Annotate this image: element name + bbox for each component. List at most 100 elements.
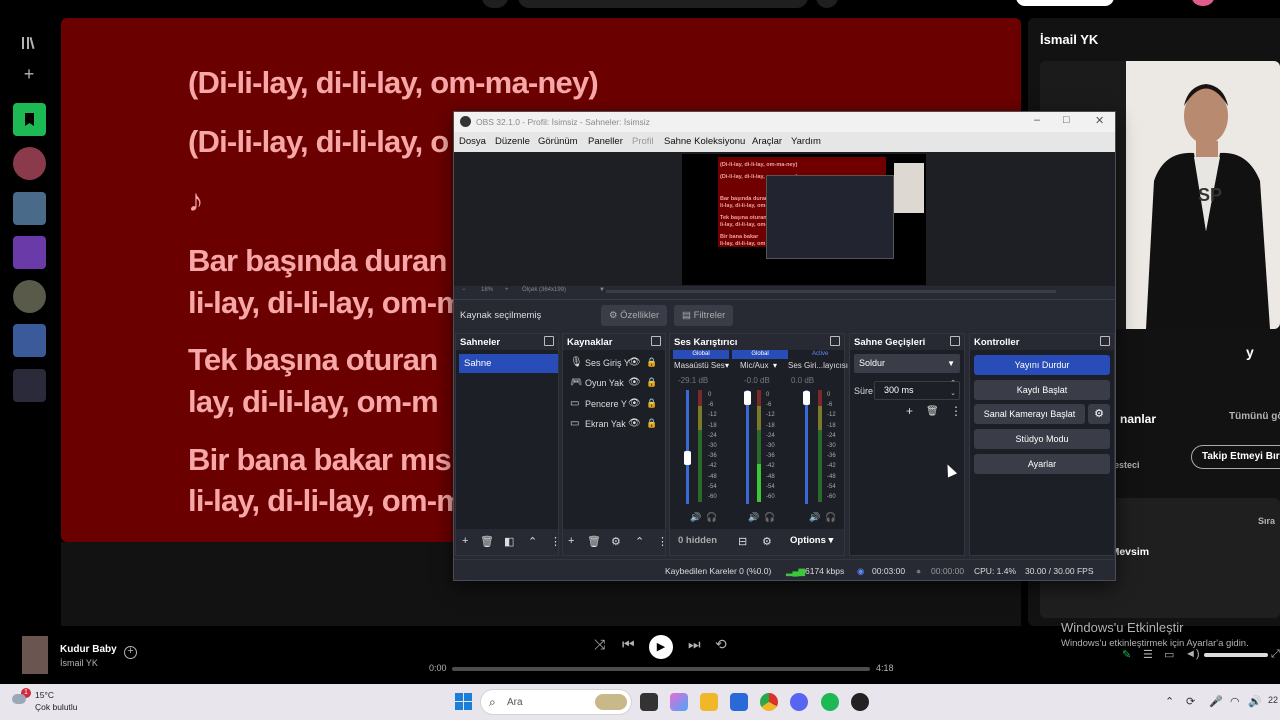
- source-item[interactable]: 🎙 Ses Giriş Y 👁 🔒: [566, 354, 666, 373]
- playlist-thumb[interactable]: [13, 324, 46, 357]
- previous-icon[interactable]: ⏮: [622, 636, 635, 653]
- lock-icon[interactable]: 🔒: [646, 357, 657, 368]
- track-artist[interactable]: İsmail YK: [60, 658, 98, 668]
- menu-docks[interactable]: Paneller: [588, 136, 623, 147]
- task-view-icon[interactable]: [640, 693, 658, 711]
- volume-icon[interactable]: ◄): [1185, 648, 1200, 660]
- scale-dropdown-icon[interactable]: ▼: [599, 287, 605, 293]
- fader-knob[interactable]: [803, 391, 810, 405]
- start-recording-button[interactable]: Kaydı Başlat: [974, 380, 1110, 400]
- visibility-icon[interactable]: 👁: [628, 357, 641, 368]
- add-to-library-icon[interactable]: +: [124, 646, 137, 659]
- move-up-icon[interactable]: ⌃: [635, 535, 644, 548]
- premium-button[interactable]: [1016, 0, 1114, 6]
- menu-tools[interactable]: Araçlar: [752, 136, 782, 147]
- gear-icon[interactable]: ⚙: [611, 535, 621, 548]
- file-explorer-icon[interactable]: [700, 693, 718, 711]
- spin-icon[interactable]: ⌃ ⌄: [950, 379, 956, 399]
- lock-icon[interactable]: 🔒: [646, 418, 657, 429]
- properties-button[interactable]: ⚙ Özellikler: [601, 305, 668, 326]
- menu-view[interactable]: Görünüm: [538, 136, 578, 147]
- menu-edit[interactable]: Düzenle: [495, 136, 530, 147]
- more-icon[interactable]: ⋮: [657, 535, 668, 548]
- lyric-line[interactable]: Tek başına oturan: [188, 340, 438, 380]
- lyric-line[interactable]: Bir bana bakar mısı: [188, 440, 460, 480]
- gear-icon[interactable]: ⚙: [1088, 404, 1110, 424]
- options-button[interactable]: Options ▾: [790, 535, 833, 546]
- lyrics-icon[interactable]: ✎: [1122, 648, 1131, 661]
- menu-file[interactable]: Dosya: [459, 136, 486, 147]
- filter-icon[interactable]: ◧: [504, 535, 514, 548]
- spotify-search-bar[interactable]: [518, 0, 808, 8]
- lyric-line[interactable]: (Di-li-lay, di-li-lay, om-ma-ney): [188, 63, 599, 103]
- home-button[interactable]: [482, 0, 508, 8]
- monitor-headphones-icon[interactable]: 🎧: [825, 512, 836, 523]
- undock-icon[interactable]: [1100, 336, 1110, 346]
- menu-help[interactable]: Yardım: [791, 136, 821, 147]
- source-item[interactable]: ▭ Ekran Yak 👁 🔒: [566, 415, 666, 434]
- visibility-icon[interactable]: 👁: [628, 398, 641, 409]
- maximize-icon[interactable]: □: [1063, 114, 1070, 126]
- library-icon[interactable]: [14, 28, 44, 58]
- fader-knob[interactable]: [684, 451, 691, 465]
- volume-fader[interactable]: [746, 390, 749, 504]
- progress-bar[interactable]: [452, 667, 870, 671]
- close-icon[interactable]: ✕: [1095, 114, 1104, 127]
- clock[interactable]: 22: [1268, 695, 1278, 705]
- add-icon[interactable]: +: [906, 404, 913, 418]
- copilot-icon[interactable]: [670, 693, 688, 711]
- trash-icon[interactable]: 🗑: [926, 406, 939, 417]
- speaker-icon[interactable]: 🔊: [690, 512, 701, 523]
- artist-thumb[interactable]: [13, 147, 46, 180]
- lock-icon[interactable]: 🔒: [646, 377, 657, 388]
- volume-slider[interactable]: [1204, 653, 1268, 657]
- trash-icon[interactable]: 🗑: [480, 535, 494, 548]
- play-button[interactable]: ▶: [649, 635, 673, 659]
- preview-canvas[interactable]: (Di-li-lay, di-li-lay, om-ma-ney) (Di-li…: [682, 154, 926, 285]
- minimize-icon[interactable]: –: [1034, 114, 1040, 126]
- fullscreen-icon[interactable]: ⤢: [1271, 648, 1280, 661]
- hidden-count[interactable]: 0 hidden: [678, 535, 717, 546]
- mic-icon[interactable]: 🎤: [1209, 695, 1223, 708]
- sync-icon[interactable]: ⟳: [1186, 695, 1195, 708]
- obs-icon[interactable]: [851, 693, 869, 711]
- lock-icon[interactable]: 🔒: [646, 398, 657, 409]
- move-up-icon[interactable]: ⌃: [528, 535, 537, 548]
- profile-avatar[interactable]: [1192, 0, 1214, 6]
- start-virtual-camera-button[interactable]: Sanal Kamerayı Başlat: [974, 404, 1085, 424]
- next-icon[interactable]: ⏭: [688, 636, 701, 653]
- preview-scrollbar[interactable]: [606, 290, 1056, 293]
- lyric-line[interactable]: Bar başında duran: [188, 241, 447, 281]
- source-item[interactable]: 🎮 Oyun Yak 👁 🔒: [566, 374, 666, 393]
- more-icon[interactable]: ⋮: [550, 535, 561, 548]
- menu-profile[interactable]: Profil: [632, 136, 654, 147]
- volume-fader[interactable]: [686, 390, 689, 504]
- zoom-out-icon[interactable]: −: [462, 287, 466, 293]
- discord-icon[interactable]: [790, 693, 808, 711]
- queue-icon[interactable]: ☰: [1143, 648, 1153, 661]
- unfollow-button[interactable]: Takip Etmeyi Bırak: [1191, 445, 1280, 469]
- weather-icon[interactable]: [12, 694, 26, 704]
- add-icon[interactable]: +: [462, 535, 468, 547]
- channel-menu-icon[interactable]: ▾: [725, 361, 729, 370]
- duration-input[interactable]: 300 ms ⌃ ⌄: [874, 379, 960, 400]
- monitor-headphones-icon[interactable]: 🎧: [764, 512, 775, 523]
- taskbar-search[interactable]: ⌕ Ara: [480, 689, 632, 715]
- lyric-line[interactable]: lay, di-li-lay, om-m: [188, 382, 439, 422]
- lyric-line[interactable]: (Di-li-lay, di-li-lay, o: [188, 122, 449, 162]
- trash-icon[interactable]: 🗑: [587, 535, 601, 548]
- settings-button[interactable]: Ayarlar: [974, 454, 1110, 474]
- weather-description[interactable]: Çok bulutlu: [35, 702, 78, 712]
- tray-expand-icon[interactable]: ⌃: [1165, 695, 1174, 708]
- monitor-headphones-icon[interactable]: 🎧: [706, 512, 717, 523]
- speaker-icon[interactable]: 🔊: [1248, 695, 1262, 708]
- repeat-icon[interactable]: ⟲: [715, 636, 727, 653]
- track-title[interactable]: Kudur Baby: [60, 644, 117, 655]
- obs-title-bar[interactable]: OBS 32.1.0 - Profil: İsimsiz - Sahneler:…: [454, 112, 1115, 132]
- visibility-icon[interactable]: 👁: [628, 418, 641, 429]
- advanced-audio-icon[interactable]: ⚙: [762, 535, 772, 548]
- windows-start-icon[interactable]: [455, 693, 472, 710]
- volume-fader[interactable]: [805, 390, 808, 504]
- source-item[interactable]: ▭ Pencere Y 👁 🔒: [566, 395, 666, 414]
- store-icon[interactable]: [730, 693, 748, 711]
